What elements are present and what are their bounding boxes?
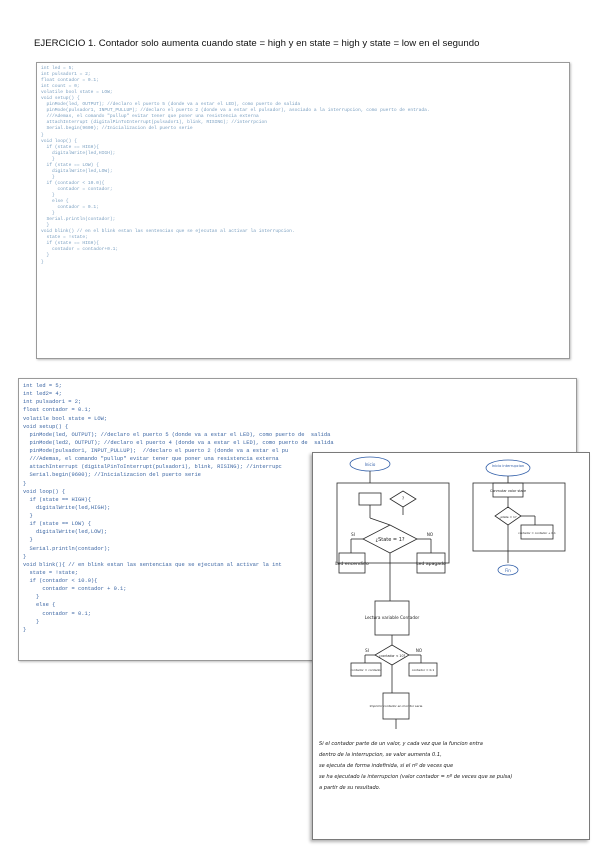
exercise-heading: EJERCICIO 1. Contador solo aumenta cuand… [34, 38, 480, 49]
code-line: int pulsador1 = 2; [23, 399, 82, 406]
code-line: digitalWrite(led,LOW); [23, 529, 108, 536]
led-off-label: Led apagado [416, 561, 446, 567]
code-screenshot-top: int led = 5; int pulsador1 = 2; float cont… [36, 62, 570, 359]
read-counter-label: Lectura variable Contador [365, 615, 420, 620]
code-line: } [23, 618, 40, 625]
code-line: if (state == LOW) { [23, 521, 91, 528]
code-line: int led2= 4; [23, 391, 62, 398]
code-line: } [23, 594, 40, 601]
decision-state-label: ¿State = 1? [375, 537, 404, 543]
end-right-label: Fin [505, 568, 511, 573]
right-box-label: Conmutar valor state [490, 489, 526, 493]
note-line: Si el contador parte de un valor, y cada… [319, 741, 483, 747]
code-line: } [23, 480, 27, 487]
code-line: } [41, 259, 44, 265]
code-line: contador = contador + 0.1; [23, 586, 127, 593]
code-line: void blink(){ // en blink estan las sent… [23, 561, 282, 568]
note-line: se ha ejecutado la interrupcion (valor c… [319, 774, 513, 780]
led-on-label: Led encendido [335, 561, 369, 567]
code-line: } [23, 513, 33, 519]
start-left-label: Inicio [365, 462, 376, 467]
decision-top-label: ? [402, 496, 404, 501]
note-line: se ejecuta de forma indefinida, si el nº… [319, 763, 454, 769]
code-line: pinMode(pulsador1, INPUT_PULLUP); //decl… [23, 448, 289, 454]
code-line: void loop() { [23, 488, 66, 495]
code-line: volatile bool state = LOW; [23, 415, 108, 422]
code-line: if (contador < 10.0){ [23, 578, 98, 584]
decision-counter-label: ¿contador < 10? [379, 654, 406, 658]
decision-right-label: ¿state = 1? [499, 515, 517, 519]
handwritten-note: Si el contador parte de un valor, y cada… [319, 739, 581, 794]
no-label-1: NO [427, 532, 433, 537]
code-line: } [23, 553, 27, 560]
code-line: int led = 5; [23, 383, 62, 389]
code-line: else { [23, 602, 56, 609]
code-line: } [23, 537, 33, 544]
start-right-label: Inicio interrupcion [492, 464, 524, 468]
note-line: a partir de su resultado. [319, 785, 381, 791]
no-label-2: NO [416, 648, 422, 653]
code-line: state = !state; [23, 569, 78, 576]
yes-label-2: SI [365, 648, 369, 653]
code-line: pinMode(led2, OUTPUT); //declaro el puer… [23, 439, 334, 446]
counter-reset-label: contador = 0.1 [412, 668, 435, 672]
print-counter-label: Imprimir contador en monitor serie [370, 704, 423, 708]
code-line: float contador = 0.1; [23, 407, 91, 414]
counter-same-label: contador = contador [350, 668, 382, 672]
code-line: Serial.println(contador); [23, 545, 111, 552]
code-line: Serial.begin(9600); //Inicializacion del… [23, 472, 201, 479]
code-line: digitalWrite(led,HIGH); [23, 504, 111, 511]
code-line: ///Ademas, el comando "pullup" evitar te… [23, 456, 279, 463]
code-line: attachInterrupt (digitalPinToInterrupt(p… [23, 464, 282, 471]
start-right-terminal [485, 459, 531, 477]
code-listing-top: int led = 5; int pulsador1 = 2; float cont… [41, 66, 430, 266]
box-small-left [358, 492, 382, 506]
code-line: contador = 0.1; [23, 610, 91, 617]
right-increment-label: contador = contador + 0.1 [518, 531, 556, 535]
note-line: dentro de la interrupcion, se valor aume… [319, 752, 442, 758]
code-line: pinMode(led, OUTPUT); //declaro el puert… [23, 431, 331, 438]
code-line: if (state == HIGH){ [23, 496, 91, 503]
code-line: void setup() { [23, 423, 69, 430]
code-line: } [23, 626, 27, 633]
handwritten-flowchart-sheet: Inicio Inicio interrupcion ? ¿State = 1?… [312, 452, 590, 840]
code-listing-bottom: int led = 5; int led2= 4; int pulsador1 = … [23, 382, 334, 634]
yes-label-1: SI [351, 532, 355, 537]
